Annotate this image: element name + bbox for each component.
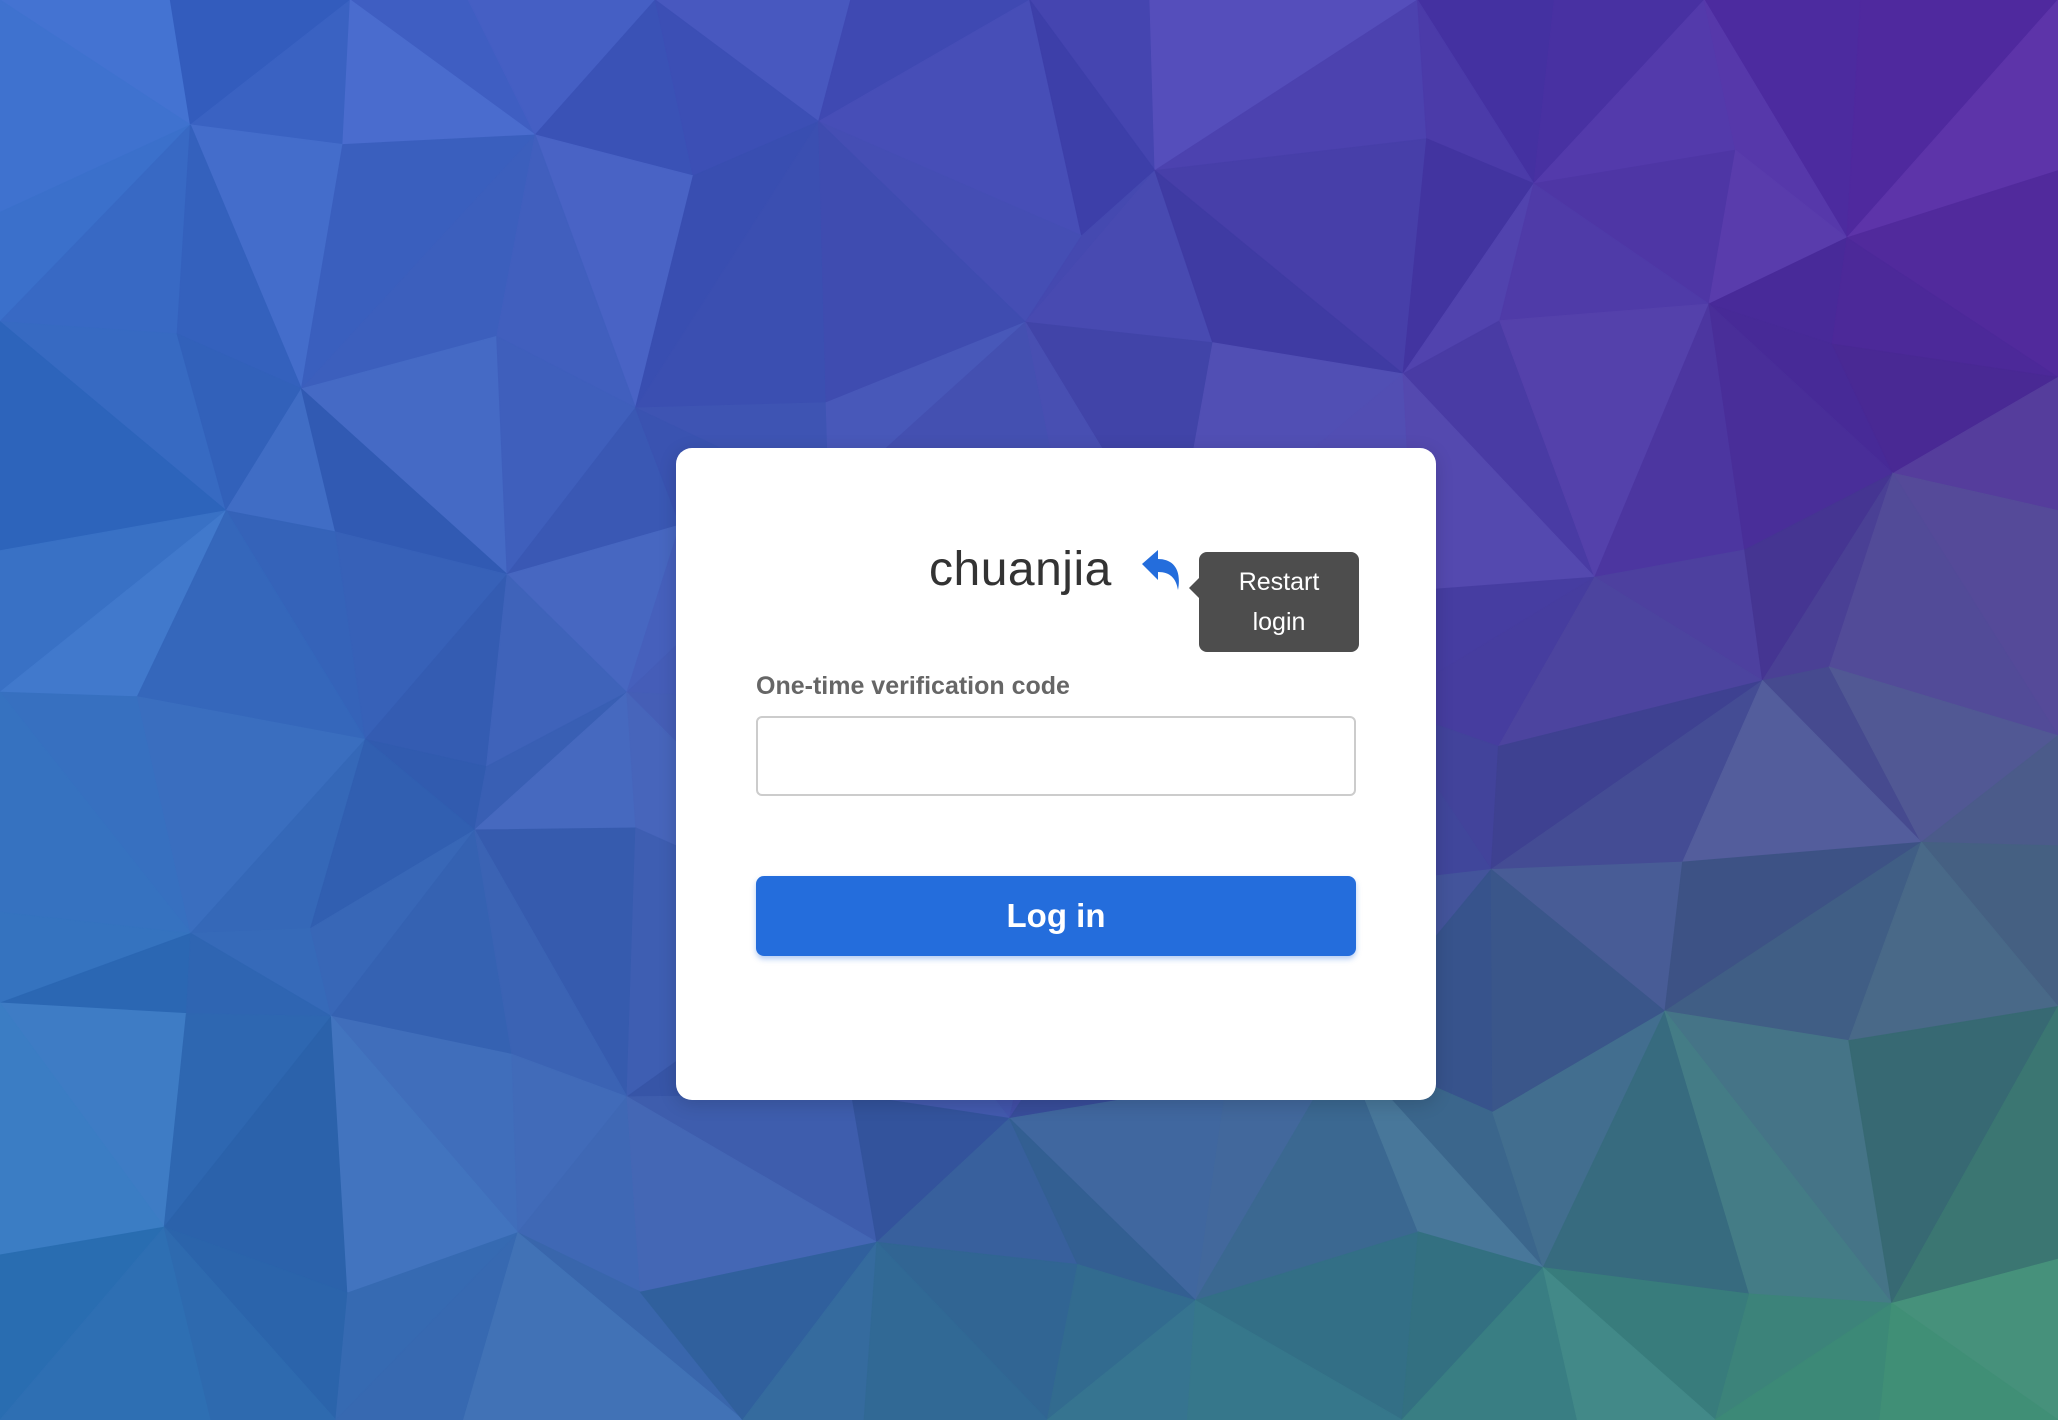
undo-arrow-icon[interactable]	[1138, 546, 1186, 594]
login-button[interactable]: Log in	[756, 876, 1356, 956]
restart-login-tooltip: Restart login	[1189, 552, 1359, 652]
login-card: chuanjia Restart login One-time verifica…	[676, 448, 1436, 1100]
verification-code-label: One-time verification code	[756, 672, 1070, 700]
verification-code-input[interactable]	[756, 716, 1356, 796]
restart-login-tooltip-text: Restart login	[1238, 568, 1320, 636]
account-username: chuanjia	[929, 543, 1112, 596]
